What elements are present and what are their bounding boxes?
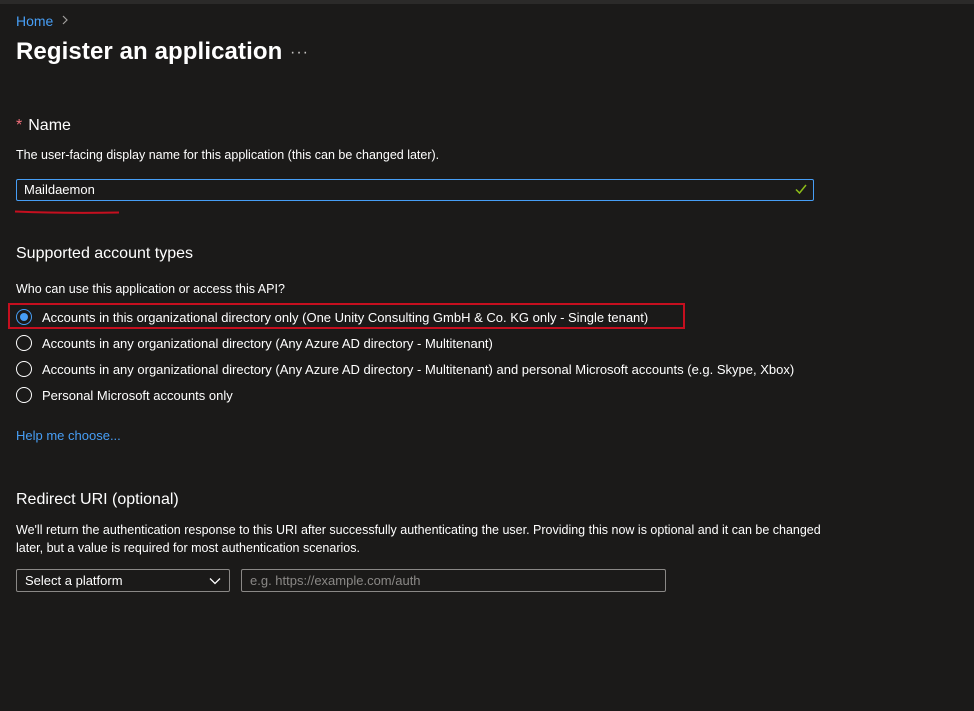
account-types-question: Who can use this application or access t…: [16, 282, 285, 296]
account-types-title: Supported account types: [16, 245, 194, 262]
radio-option-personal-only[interactable]: Personal Microsoft accounts only: [16, 385, 233, 405]
platform-select[interactable]: Select a platform: [16, 569, 230, 592]
radio-option-label: Personal Microsoft accounts only: [42, 387, 233, 403]
top-bar: [0, 0, 974, 4]
chevron-down-icon: [209, 578, 221, 585]
radio-button[interactable]: [16, 361, 32, 377]
platform-select-value: Select a platform: [25, 573, 123, 588]
redirect-uri-input[interactable]: [241, 569, 666, 592]
checkmark-icon: [795, 184, 807, 195]
chevron-right-icon: [61, 15, 69, 28]
required-marker: *: [16, 117, 23, 134]
radio-option-label: Accounts in any organizational directory…: [42, 335, 493, 351]
name-input-container: [16, 179, 814, 201]
name-input[interactable]: [24, 180, 784, 199]
page-title: Register an application: [16, 38, 283, 65]
radio-option-single-tenant[interactable]: Accounts in this organizational director…: [16, 307, 648, 327]
more-options-icon[interactable]: ···: [290, 44, 309, 62]
radio-option-label: Accounts in this organizational director…: [42, 309, 649, 325]
annotation-underline: [14, 210, 120, 214]
help-me-choose-link[interactable]: Help me choose...: [16, 428, 121, 443]
radio-button-selected[interactable]: [16, 309, 32, 325]
breadcrumb: Home: [16, 13, 69, 29]
radio-button[interactable]: [16, 387, 32, 403]
radio-option-multitenant[interactable]: Accounts in any organizational directory…: [16, 333, 493, 353]
redirect-uri-title: Redirect URI (optional): [16, 491, 179, 508]
redirect-uri-description: We'll return the authentication response…: [16, 523, 821, 555]
name-description: The user-facing display name for this ap…: [16, 148, 440, 162]
breadcrumb-home-link[interactable]: Home: [16, 13, 53, 29]
radio-button[interactable]: [16, 335, 32, 351]
radio-option-multitenant-personal[interactable]: Accounts in any organizational directory…: [16, 359, 794, 379]
name-label: Name: [28, 117, 71, 134]
name-section-title: * Name: [16, 117, 71, 135]
radio-option-label: Accounts in any organizational directory…: [42, 361, 795, 377]
